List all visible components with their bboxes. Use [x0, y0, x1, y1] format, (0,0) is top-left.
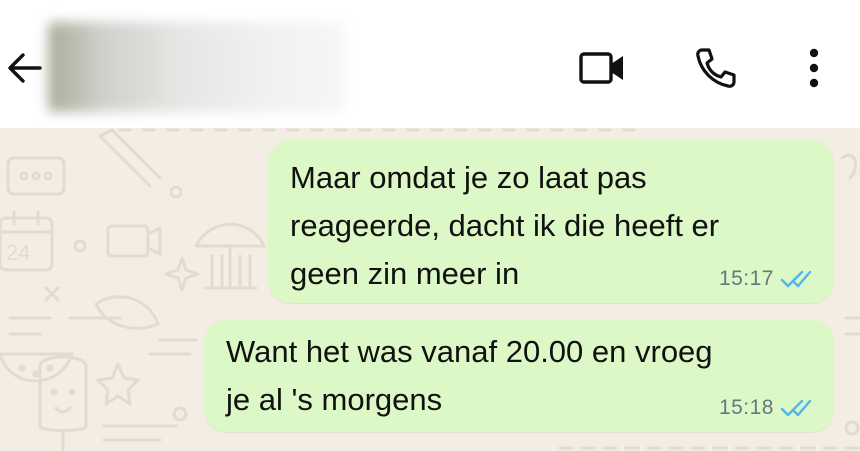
message-text: Want het was vanaf 20.00 en vroeg je al …: [226, 334, 713, 417]
double-check-read-icon: [780, 270, 812, 288]
message-meta: 15:18: [719, 396, 812, 420]
back-arrow-icon: [8, 53, 42, 83]
more-options-button[interactable]: [788, 40, 840, 96]
message-time: 15:18: [718, 396, 774, 419]
message-time: 15:17: [718, 267, 774, 290]
video-call-icon: [579, 52, 623, 84]
voice-call-button[interactable]: [690, 40, 742, 96]
message-text: Maar omdat je zo laat pas reageerde, dac…: [290, 160, 720, 291]
message-bubble-outgoing[interactable]: Maar omdat je zo laat pas reageerde, dac…: [268, 140, 834, 303]
more-vertical-icon: [809, 48, 819, 88]
contact-name[interactable]: [48, 22, 344, 112]
double-check-read-icon: [780, 399, 812, 417]
video-call-button[interactable]: [576, 40, 628, 96]
phone-icon: [696, 48, 736, 88]
message-meta: 15:17: [719, 267, 812, 291]
message-bubble-outgoing[interactable]: Want het was vanaf 20.00 en vroeg je al …: [204, 320, 834, 432]
svg-text:24: 24: [6, 240, 30, 265]
back-button[interactable]: [0, 44, 48, 92]
chat-header: [0, 0, 860, 128]
chat-area[interactable]: 24 Maar omdat je zo laat pas reageerde, …: [0, 128, 860, 451]
